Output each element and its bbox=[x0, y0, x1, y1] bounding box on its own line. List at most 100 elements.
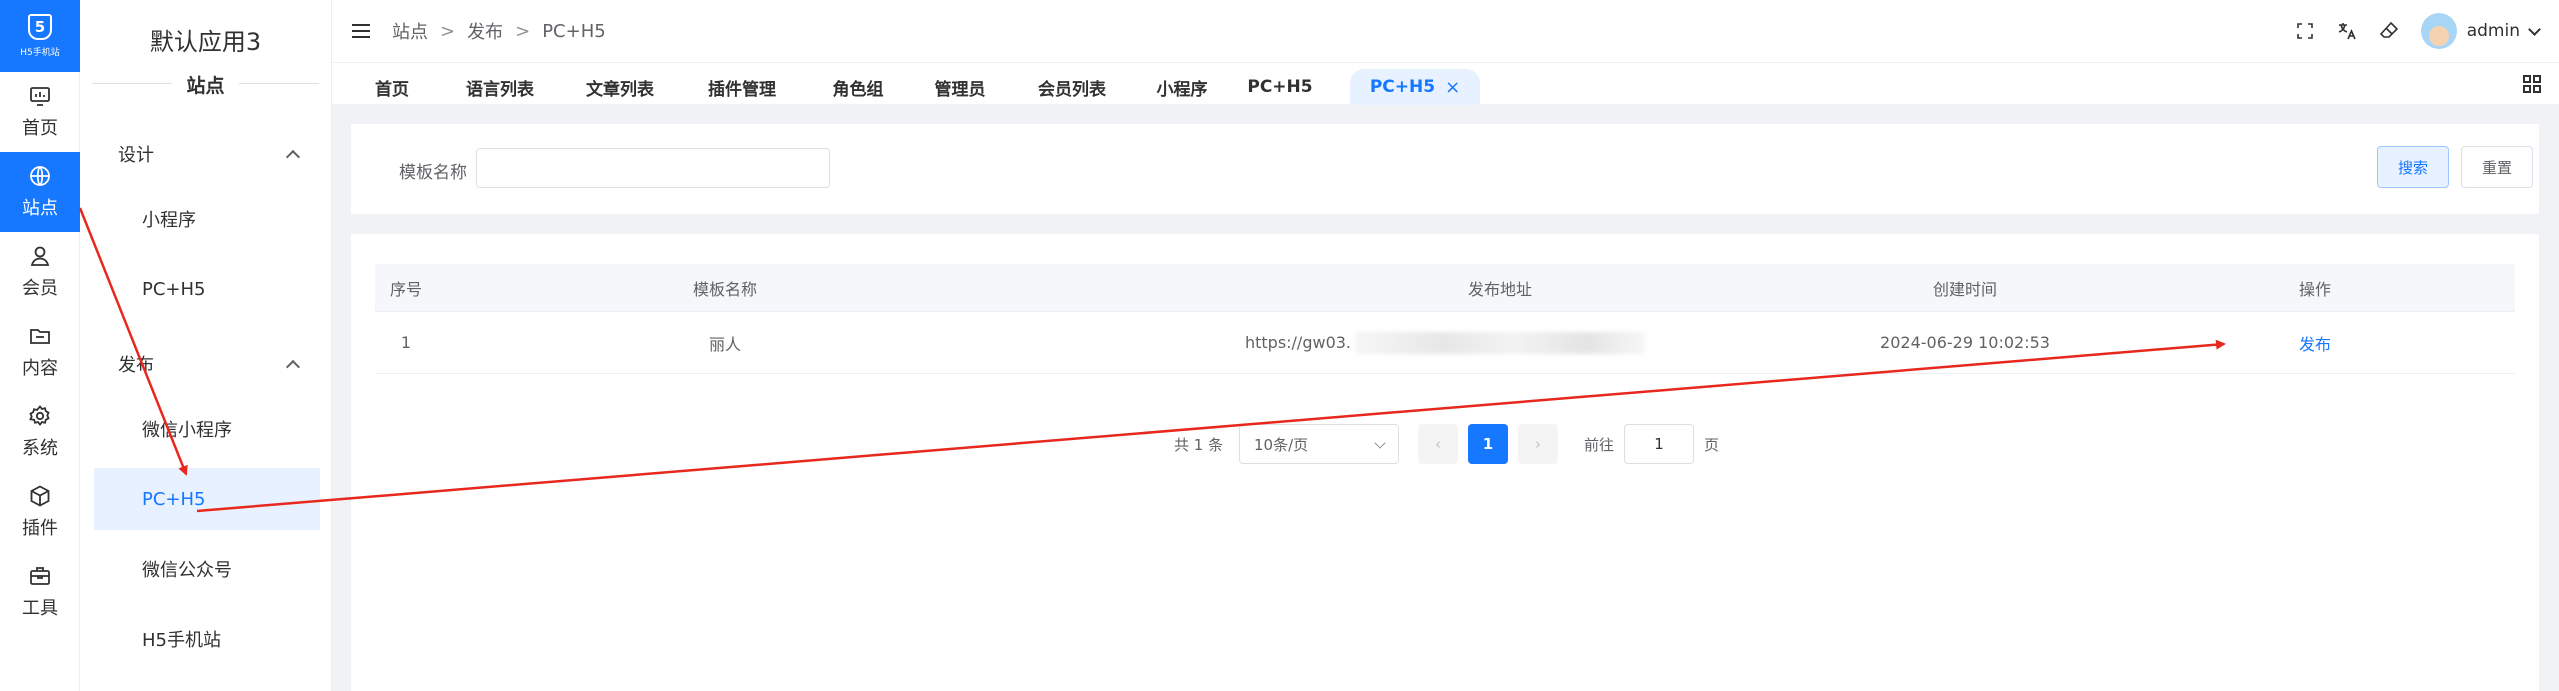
next-page-button[interactable]: › bbox=[1518, 424, 1558, 464]
menu-group-label: 发布 bbox=[118, 355, 154, 376]
user-icon bbox=[30, 246, 50, 266]
tab-miniprogram[interactable]: 小程序 bbox=[1144, 69, 1220, 105]
rail-item-label: 首页 bbox=[22, 118, 58, 139]
column-header-index: 序号 bbox=[389, 279, 422, 299]
column-header-action: 操作 bbox=[2298, 279, 2331, 299]
template-name-label: 模板名称 bbox=[399, 163, 467, 183]
breadcrumb-item[interactable]: 发布 bbox=[467, 18, 503, 44]
main-nav-rail: 5 H5手机站 首页 站点 会员 内容 系统 插件 工具 bbox=[0, 0, 80, 691]
cell-index: 1 bbox=[400, 333, 412, 352]
tab-home[interactable]: 首页 bbox=[364, 69, 420, 105]
goto-label: 前往 bbox=[1584, 436, 1615, 454]
logo-text: H5手机站 bbox=[20, 48, 60, 58]
redacted-url-blur bbox=[1355, 331, 1646, 354]
breadcrumb-item-current: PC+H5 bbox=[542, 20, 606, 42]
menu-item-wechat-official[interactable]: 微信公众号 bbox=[94, 538, 320, 600]
translate-icon[interactable] bbox=[2337, 21, 2357, 41]
menu-item-design-pch5[interactable]: PC+H5 bbox=[94, 258, 320, 320]
search-form: 模板名称 搜索 重置 bbox=[351, 124, 2539, 214]
user-name: admin bbox=[2466, 21, 2520, 41]
cell-created: 2024-06-29 10:02:53 bbox=[1880, 333, 2050, 352]
menu-fold-icon[interactable] bbox=[352, 24, 370, 38]
rail-item-label: 内容 bbox=[22, 358, 58, 379]
clear-cache-icon[interactable] bbox=[2379, 21, 2399, 41]
column-header-name: 模板名称 bbox=[692, 279, 757, 299]
page-tabs: 首页 语言列表 文章列表 插件管理 角色组 管理员 会员列表 小程序 PC+H5… bbox=[332, 62, 2559, 105]
dashboard-icon bbox=[30, 87, 50, 106]
rail-item-plugin[interactable]: 插件 bbox=[0, 472, 80, 552]
column-header-url: 发布地址 bbox=[1467, 279, 1532, 299]
rail-item-tools[interactable]: 工具 bbox=[0, 552, 80, 632]
fullscreen-icon[interactable] bbox=[2295, 21, 2315, 41]
tab-label: PC+H5 bbox=[1369, 77, 1436, 97]
pagination: 共 1 条 10条/页 ‹ 1 › 前往 1 页 bbox=[351, 424, 2539, 464]
chevron-up-icon bbox=[285, 149, 301, 165]
cell-url[interactable]: https://gw03. bbox=[1195, 312, 1695, 373]
tab-publish-pch5[interactable]: PC+H5 × bbox=[1350, 69, 1480, 105]
table-header: 序号 模板名称 发布地址 创建时间 操作 bbox=[375, 264, 2515, 312]
folder-icon bbox=[30, 329, 50, 344]
tab-plugin-manage[interactable]: 插件管理 bbox=[694, 69, 790, 105]
menu-group-design[interactable]: 设计 bbox=[118, 134, 318, 174]
submenu-section-title: 站点 bbox=[80, 71, 331, 97]
rail-item-system[interactable]: 系统 bbox=[0, 392, 80, 472]
tab-language-list[interactable]: 语言列表 bbox=[452, 69, 548, 105]
tab-article-list[interactable]: 文章列表 bbox=[572, 69, 668, 105]
rail-item-content[interactable]: 内容 bbox=[0, 312, 80, 392]
search-button[interactable]: 搜索 bbox=[2377, 146, 2449, 188]
page-unit-label: 页 bbox=[1704, 436, 1720, 454]
globe-icon bbox=[30, 166, 50, 186]
cube-icon bbox=[30, 485, 50, 507]
menu-item-publish-pch5[interactable]: PC+H5 bbox=[94, 468, 320, 530]
publish-action-link[interactable]: 发布 bbox=[2255, 312, 2375, 373]
top-bar: 站点 > 发布 > PC+H5 admin bbox=[332, 0, 2559, 62]
template-name-input[interactable] bbox=[476, 148, 830, 188]
close-icon[interactable]: × bbox=[1445, 77, 1460, 98]
column-header-created: 创建时间 bbox=[1932, 279, 1997, 299]
html5-logo-icon: 5 bbox=[28, 14, 52, 40]
breadcrumb: 站点 > 发布 > PC+H5 bbox=[392, 18, 606, 44]
breadcrumb-item[interactable]: 站点 bbox=[392, 18, 428, 44]
cell-name: 丽人 bbox=[708, 334, 741, 354]
menu-group-label: 设计 bbox=[118, 145, 154, 166]
goto-page-input[interactable]: 1 bbox=[1624, 424, 1694, 464]
rail-item-label: 站点 bbox=[22, 198, 58, 219]
rail-item-member[interactable]: 会员 bbox=[0, 232, 80, 312]
toolbox-icon bbox=[30, 567, 50, 585]
publish-url-text: https://gw03. bbox=[1244, 333, 1352, 352]
breadcrumb-separator: > bbox=[440, 20, 456, 42]
rail-item-label: 会员 bbox=[22, 278, 58, 299]
tab-design-pch5[interactable]: PC+H5 bbox=[1238, 69, 1322, 105]
rail-item-label: 工具 bbox=[22, 598, 58, 619]
rail-item-label: 系统 bbox=[22, 438, 58, 459]
page-size-value: 10条/页 bbox=[1254, 435, 1309, 454]
menu-item-wechat-miniprogram[interactable]: 微信小程序 bbox=[94, 398, 320, 460]
chevron-up-icon bbox=[285, 359, 301, 375]
app-logo[interactable]: 5 H5手机站 bbox=[0, 0, 80, 72]
tab-role-group[interactable]: 角色组 bbox=[816, 69, 900, 105]
tab-admin[interactable]: 管理员 bbox=[922, 69, 998, 105]
chevron-down-icon bbox=[2528, 22, 2541, 36]
pagination-total: 共 1 条 bbox=[1174, 436, 1224, 454]
rail-item-site[interactable]: 站点 bbox=[0, 152, 80, 232]
breadcrumb-separator: > bbox=[515, 20, 531, 42]
user-menu[interactable]: admin bbox=[2420, 13, 2541, 49]
menu-item-h5-mobile[interactable]: H5手机站 bbox=[94, 608, 320, 670]
table-row: 1 丽人 https://gw03. 2024-06-29 10:02:53 发… bbox=[375, 312, 2515, 374]
site-submenu: 默认应用3 站点 设计 小程序 PC+H5 发布 微信小程序 PC+H5 微信公… bbox=[80, 0, 332, 691]
reset-button[interactable]: 重置 bbox=[2461, 146, 2533, 188]
gear-icon bbox=[29, 405, 50, 426]
page-size-select[interactable]: 10条/页 bbox=[1239, 424, 1399, 464]
avatar bbox=[2420, 13, 2457, 49]
page-number-current[interactable]: 1 bbox=[1468, 424, 1508, 464]
top-right-tools: admin bbox=[2295, 0, 2541, 62]
rail-item-home[interactable]: 首页 bbox=[0, 72, 80, 152]
app-name: 默认应用3 bbox=[149, 28, 262, 56]
tabs-menu-icon[interactable] bbox=[2523, 75, 2541, 93]
app-root: 5 H5手机站 首页 站点 会员 内容 系统 插件 工具 默认应用3 站点 设计… bbox=[0, 0, 2559, 691]
rail-item-label: 插件 bbox=[22, 518, 58, 539]
prev-page-button[interactable]: ‹ bbox=[1418, 424, 1458, 464]
tab-member-list[interactable]: 会员列表 bbox=[1024, 69, 1120, 105]
menu-item-miniprogram[interactable]: 小程序 bbox=[94, 188, 320, 250]
menu-group-publish[interactable]: 发布 bbox=[118, 344, 318, 384]
